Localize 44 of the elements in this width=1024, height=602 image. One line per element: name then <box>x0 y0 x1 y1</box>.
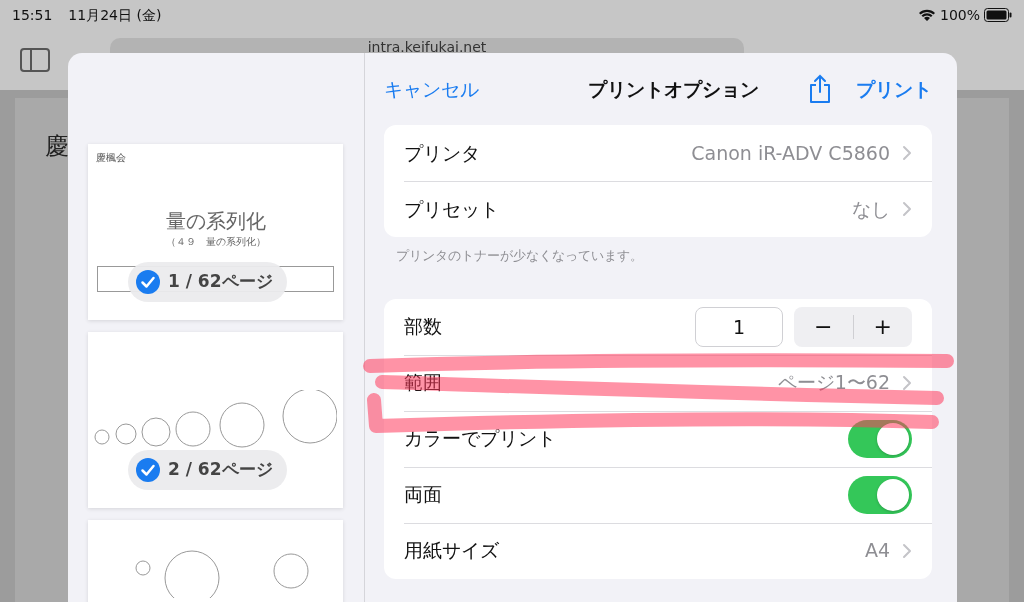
badge-label: 1 / 62ページ <box>168 270 273 294</box>
page-thumbnail[interactable]: 2 / 62ページ <box>88 332 343 508</box>
toggle-switch[interactable] <box>848 419 912 458</box>
share-button[interactable] <box>808 73 832 105</box>
copies-field[interactable]: 1 <box>695 306 783 347</box>
footnote-text: プリンタのトナーが少なくなっています。 <box>395 247 644 265</box>
time-label: 15:51 <box>12 5 53 25</box>
chevron-icon <box>902 542 912 559</box>
page-text: 慶 <box>45 131 69 162</box>
plus-button[interactable]: + <box>853 306 912 347</box>
row-label: 部数 <box>404 314 442 340</box>
chevron-icon <box>902 145 912 161</box>
cancel-button[interactable]: キャンセル <box>384 74 479 104</box>
toggle-switch[interactable] <box>848 475 912 514</box>
wifi-icon <box>917 8 936 22</box>
badge-label: 2 / 62ページ <box>168 458 273 482</box>
page-header: 慶楓会 <box>96 151 126 165</box>
settings-row[interactable]: 用紙サイズ A4 <box>384 522 932 579</box>
page-thumbnail[interactable]: 慶楓会 量の系列化 （４９ 量の系列化） 1 / 62ページ <box>88 144 343 320</box>
chevron-icon <box>902 201 912 217</box>
row-label: 範囲 <box>404 370 442 396</box>
battery-icon <box>984 8 1012 22</box>
row-label: プリンタ <box>404 140 480 166</box>
row-value: ページ1〜62 <box>777 370 890 396</box>
row-value: A4 <box>864 538 890 564</box>
row-label: カラーでプリント <box>404 426 556 452</box>
row-label: プリセット <box>404 196 499 222</box>
sidebar-icon <box>20 48 50 72</box>
row-label: 両面 <box>404 482 442 508</box>
minus-button[interactable]: − <box>794 306 853 347</box>
row-value: なし <box>852 196 890 222</box>
battery-percent: 100% <box>939 5 980 25</box>
sheet-title: プリントオプション <box>588 76 759 102</box>
date-label: 11月24日 (金) <box>68 5 162 25</box>
page-subtitle: （４９ 量の系列化） <box>164 235 267 249</box>
settings-row[interactable]: プリセット なし <box>384 181 932 237</box>
page-badge[interactable]: 1 / 62ページ <box>128 262 287 302</box>
print-button[interactable]: プリント <box>856 74 932 104</box>
row-value: Canon iR-ADV C5860 <box>691 140 890 166</box>
chevron-icon <box>902 374 912 391</box>
row-label: 用紙サイズ <box>404 538 499 564</box>
page-title: 量の系列化 <box>164 208 267 235</box>
page-badge[interactable]: 2 / 62ページ <box>128 450 287 490</box>
settings-row[interactable]: プリンタ Canon iR-ADV C5860 <box>384 125 932 181</box>
